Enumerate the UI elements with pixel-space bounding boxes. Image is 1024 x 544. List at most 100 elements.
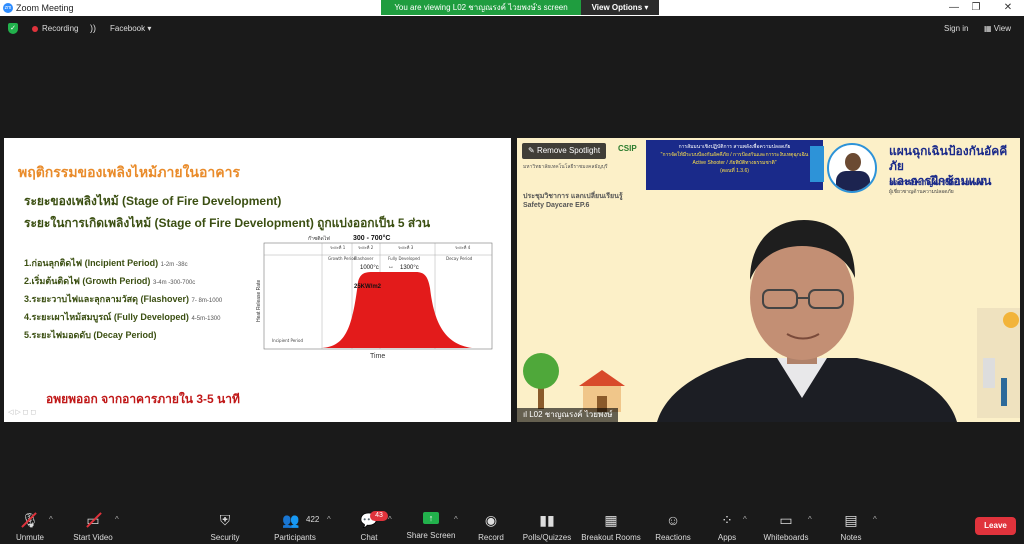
facebook-label: Facebook [110, 24, 146, 33]
diagram-temp-range: 300 - 700°C [353, 234, 390, 242]
seminar-line: การสัมมนาเชิงปฏิบัติการ สานพลังเพื่อความ… [678, 144, 791, 150]
slide-subheading-2: ระยะในการเกิดเพลิงไหม้ (Stage of Fire De… [24, 216, 431, 230]
start-video-button[interactable]: ▭ Start Video [70, 507, 116, 544]
stage-item: 3.ระยะวาบไฟและลุกลามวัสดุ (Flashover) 7-… [24, 292, 222, 306]
meeting-toolbar: 🎙 Unmute ^ ▭ Start Video ^ ⛨ Security 👥 … [0, 507, 1024, 544]
phase-label-growth: Growth Period [328, 256, 357, 261]
stage-item: 1.ก่อนลุกติดไฟ (Incipient Period) 1-2m -… [24, 256, 188, 270]
leave-button[interactable]: Leave [975, 517, 1016, 535]
smiley-icon: ☺ [665, 512, 681, 528]
participants-options-caret[interactable]: ^ [327, 515, 331, 524]
avatar-head [845, 153, 861, 171]
temp-high-left: 1000°c [360, 265, 379, 271]
maximize-icon[interactable]: ❐ [966, 2, 986, 13]
participants-button[interactable]: 👥 Participants [270, 507, 320, 544]
apps-label: Apps [717, 533, 737, 542]
speaker-subtitle: ผู้เชี่ยวชาญด้านความปลอดภัย [889, 189, 954, 195]
slide-controls-icon[interactable]: ◁ ▷ ◻ ◻ [8, 408, 36, 416]
view-button[interactable]: ▦ View [984, 24, 1011, 33]
microphone-muted-icon: 🎙 [21, 512, 39, 528]
breakout-rooms-button[interactable]: ▦ Breakout Rooms [580, 507, 642, 544]
chat-unread-badge: 43 [370, 511, 388, 521]
diagram-top-label: ก๊าซติดไฟ [308, 235, 330, 242]
y-axis-label: Heat Release Rate [256, 280, 262, 322]
record-button[interactable]: ◉ Record [474, 507, 508, 544]
view-options-button[interactable]: View Options ▾ [581, 0, 659, 15]
stage-label: 4.ระยะเผาไหม้สมบูรณ์ (Fully Developed) [24, 312, 189, 322]
video-off-icon: ▭ [86, 512, 100, 528]
recording-dot-icon [32, 26, 38, 32]
reactions-label: Reactions [655, 533, 691, 542]
grid-icon: ▦ [604, 512, 618, 528]
slide-subheading-1: ระยะของเพลิงไหม้ (Stage of Fire Developm… [24, 194, 282, 208]
remove-spotlight-label: Remove Spotlight [536, 146, 601, 155]
unmute-label: Unmute [15, 533, 44, 542]
right-background-illustration [977, 308, 1020, 418]
slide-heading: พฤติกรรมของเพลิงไหม้ภายในอาคาร [18, 164, 240, 180]
stage-item: 5.ระยะไฟมอดดับ (Decay Period) [24, 328, 156, 342]
zoom-app-icon: zm [3, 3, 13, 13]
polls-button[interactable]: ▮▮ Polls/Quizzes [521, 507, 573, 544]
record-label: Record [478, 533, 504, 542]
notes-options-caret[interactable]: ^ [873, 515, 877, 524]
stage-header: ระยะที่ 3 [398, 245, 414, 250]
evacuation-note: อพยพออก จากอาคารภายใน 3-5 นาที [46, 392, 240, 406]
participant-name-tag: ıl L02 ชาญณรงค์ ไวยพงษ์ [517, 408, 619, 422]
view-options-label: View Options [591, 3, 643, 12]
whiteboards-options-caret[interactable]: ^ [808, 515, 812, 524]
chat-label: Chat [360, 533, 378, 542]
building-shape [983, 358, 995, 388]
event-subtitle: ประชุมวิชาการ แลกเปลี่ยนเรียนรู้ Safety … [523, 193, 623, 209]
chat-options-caret[interactable]: ^ [388, 515, 392, 524]
shield-icon: ⛨ [219, 512, 231, 528]
security-button[interactable]: ⛨ Security [207, 507, 243, 544]
close-icon[interactable]: ✕ [998, 2, 1018, 13]
seminar-banner: การสัมมนาเชิงปฏิบัติการ สานพลังเพื่อความ… [646, 140, 823, 190]
stage-item: 4.ระยะเผาไหม้สมบูรณ์ (Fully Developed) 4… [24, 310, 220, 324]
share-screen-button[interactable]: ↑ Share Screen [404, 507, 458, 544]
reactions-button[interactable]: ☺ Reactions [653, 507, 693, 544]
seminar-line: (ตอนที่ 1.3.6) [720, 168, 749, 174]
plan-title-line: แผนฉุกเฉินป้องกันอัคคีภัย [889, 144, 1008, 173]
stage-label: 5.ระยะไฟมอดดับ (Decay Period) [24, 330, 157, 340]
whiteboards-button[interactable]: ▭ Whiteboards [760, 507, 812, 544]
share-screen-icon: ↑ [423, 512, 439, 524]
unmute-button[interactable]: 🎙 Unmute [12, 507, 48, 544]
apps-button[interactable]: ⁘ Apps [712, 507, 742, 544]
participants-count: 422 [306, 515, 320, 524]
facebook-stream-dropdown[interactable]: Facebook ▾ [110, 24, 151, 33]
polls-label: Polls/Quizzes [522, 533, 572, 542]
tree-illustration [523, 353, 559, 409]
x-axis-label: Time [370, 353, 385, 360]
video-options-caret[interactable]: ^ [115, 515, 119, 524]
sign-in-link[interactable]: Sign in [944, 24, 968, 33]
whiteboard-icon: ▭ [779, 512, 793, 528]
remove-spotlight-button[interactable]: ✎ Remove Spotlight [522, 143, 607, 159]
name-tag-label: L02 ชาญณรงค์ ไวยพงษ์ [529, 410, 613, 419]
window-title: Zoom Meeting [16, 3, 74, 13]
minimize-icon[interactable]: — [944, 2, 964, 13]
participants-label: Participants [274, 533, 316, 542]
bar-chart-icon: ▮▮ [539, 512, 555, 528]
stage-label: 2.เริ่มต้นติดไฟ (Growth Period) [24, 276, 151, 286]
view-label: View [993, 24, 1011, 33]
org-name: มหาวิทยาลัยเทคโนโลยีราชมงคลธัญบุรี [523, 164, 608, 170]
shared-screen-slide: พฤติกรรมของเพลิงไหม้ภายในอาคาร ระยะของเพ… [4, 138, 511, 422]
audio-options-caret[interactable]: ^ [49, 515, 53, 524]
notes-icon: ▤ [844, 512, 858, 528]
speaker-video-feed [637, 198, 967, 422]
notes-button[interactable]: ▤ Notes [836, 507, 866, 544]
stage-note: 4-5m-1300 [191, 316, 221, 322]
share-options-caret[interactable]: ^ [454, 515, 458, 524]
apps-options-caret[interactable]: ^ [743, 515, 747, 524]
whiteboards-label: Whiteboards [763, 533, 809, 542]
recording-label[interactable]: Recording [42, 24, 78, 33]
live-stream-icon[interactable]: )) [90, 23, 96, 33]
speaker-video-tile: ✎ Remove Spotlight CSIP มหาวิทยาลัยเทคโน… [517, 138, 1020, 422]
record-icon: ◉ [484, 512, 498, 528]
shield-icon[interactable]: ✓ [8, 23, 18, 34]
tree-canopy [523, 353, 559, 389]
person-figure [1001, 378, 1007, 406]
stage-label: 1.ก่อนลุกติดไฟ (Incipient Period) [24, 258, 159, 268]
phase-label-flashover: Flashover [354, 256, 374, 261]
